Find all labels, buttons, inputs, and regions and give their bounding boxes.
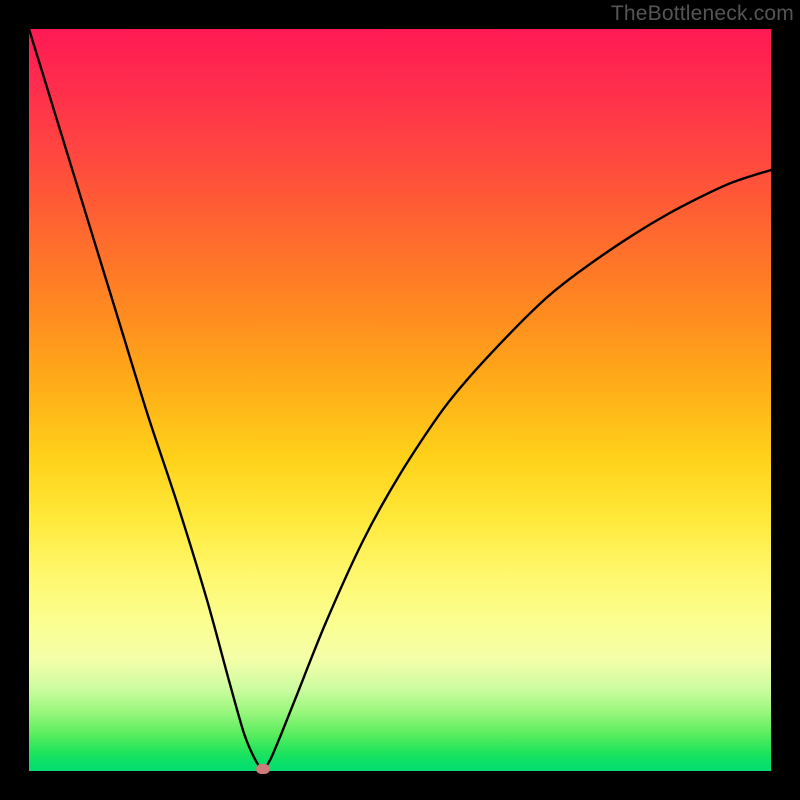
plot-area (29, 29, 771, 771)
bottleneck-curve (29, 29, 771, 771)
chart-frame: TheBottleneck.com (0, 0, 800, 800)
watermark-text: TheBottleneck.com (611, 2, 794, 26)
minimum-marker (256, 764, 270, 774)
